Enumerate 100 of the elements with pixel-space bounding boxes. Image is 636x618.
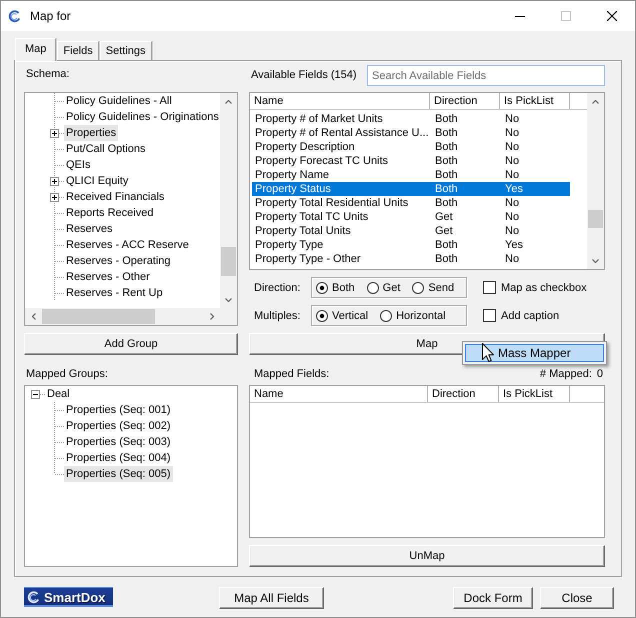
map-all-fields-button[interactable]: Map All Fields [219, 587, 324, 609]
radio-label[interactable]: Send [428, 282, 454, 294]
tree-item[interactable]: Reserves - ACC Reserve [64, 237, 191, 253]
radio-label[interactable]: Horizontal [396, 310, 446, 322]
table-cell[interactable]: Property # of Rental Assistance U... [252, 126, 430, 140]
column-header[interactable]: Is PickList [500, 93, 570, 109]
table-cell[interactable]: Property Total Residential Units [252, 196, 430, 210]
chevron-left-icon[interactable] [32, 313, 36, 320]
table-cell[interactable]: Property Type - Other [252, 252, 430, 266]
unmap-button[interactable]: UnMap [249, 545, 605, 567]
tree-item[interactable]: Properties (Seq: 003) [64, 434, 173, 450]
tree-item[interactable]: Properties (Seq: 005) [64, 466, 173, 482]
tree-item[interactable]: Policy Guidelines - All [64, 93, 174, 109]
tree-item[interactable]: Properties [64, 125, 118, 141]
table-cell[interactable]: Property Status [252, 182, 430, 196]
radio-button[interactable] [380, 310, 392, 322]
close-icon [607, 11, 617, 21]
tree-item[interactable]: Deal [45, 386, 72, 402]
plus-box-icon[interactable] [50, 128, 59, 138]
scrollbar-thumb[interactable] [42, 309, 155, 324]
table-cell[interactable]: Yes [500, 238, 570, 252]
table-cell[interactable]: No [500, 224, 570, 238]
table-cell[interactable]: Both [430, 238, 500, 252]
column-header[interactable]: Name [250, 386, 428, 402]
tree-item[interactable]: Reports Received [64, 205, 156, 221]
table-cell[interactable]: Both [430, 126, 500, 140]
tree-item[interactable]: QLICI Equity [64, 173, 130, 189]
table-cell[interactable]: Property Description [252, 140, 430, 154]
schema-label: Schema: [26, 68, 70, 80]
chevron-down-icon[interactable] [592, 258, 599, 262]
plus-box-icon[interactable] [50, 192, 59, 202]
column-header[interactable]: Name [250, 93, 430, 109]
plus-box-icon[interactable] [50, 176, 59, 186]
tree-item[interactable]: Properties (Seq: 001) [64, 402, 173, 418]
tree-item[interactable]: Policy Guidelines - Originations [64, 109, 220, 125]
chevron-up-icon[interactable] [592, 100, 599, 104]
table-cell[interactable]: No [500, 140, 570, 154]
minus-box-icon[interactable] [31, 390, 40, 398]
tab[interactable]: Map [15, 38, 56, 61]
table-cell[interactable]: No [500, 196, 570, 210]
table-cell[interactable]: Property Total Units [252, 224, 430, 238]
column-header[interactable]: Direction [430, 93, 500, 109]
scrollbar-thumb[interactable] [221, 247, 236, 276]
table-cell[interactable]: Property # of Market Units [252, 112, 430, 126]
add-group-button[interactable]: Add Group [24, 333, 238, 355]
checkbox-label[interactable]: Map as checkbox [501, 282, 587, 294]
tab[interactable]: Settings [100, 41, 152, 60]
table-cell[interactable]: No [500, 154, 570, 168]
vertical-scrollbar[interactable] [220, 93, 237, 308]
radio-button[interactable] [316, 282, 328, 294]
tab[interactable]: Fields [57, 41, 99, 60]
radio-label[interactable]: Vertical [332, 310, 368, 322]
table-cell[interactable]: Property Name [252, 168, 430, 182]
table-cell[interactable]: Property Type [252, 238, 430, 252]
table-cell[interactable]: Property Forecast TC Units [252, 154, 430, 168]
checkbox-label[interactable]: Add caption [501, 310, 560, 322]
radio-button[interactable] [366, 282, 379, 294]
table-cell[interactable]: Both [430, 154, 500, 168]
checkbox[interactable] [483, 281, 496, 294]
radio-button[interactable] [412, 282, 424, 294]
table-cell[interactable]: Both [430, 182, 500, 196]
column-header[interactable]: Direction [428, 386, 499, 402]
tree-item[interactable]: Put/Call Options [64, 141, 148, 157]
tree-item[interactable]: Properties (Seq: 002) [64, 418, 173, 434]
tree-item[interactable]: Received Financials [64, 189, 166, 205]
table-cell[interactable]: No [500, 126, 570, 140]
tree-item[interactable]: Reserves [64, 221, 114, 237]
table-cell[interactable]: Get [430, 224, 500, 238]
tree-item[interactable]: Reserves - Rent Up [64, 285, 165, 301]
radio-label[interactable]: Get [382, 282, 400, 294]
table-cell[interactable]: Both [430, 252, 500, 266]
search-field[interactable]: Search Available Fields [367, 65, 605, 86]
menu-item[interactable]: Mass Mapper [465, 344, 604, 362]
tree-item[interactable]: Reserves - Other [64, 269, 152, 285]
column-header[interactable]: Is PickList [499, 386, 570, 402]
tree-item[interactable]: QEIs [64, 157, 92, 173]
table-cell[interactable]: No [500, 112, 570, 126]
table-cell[interactable]: Property Total TC Units [252, 210, 430, 224]
chevron-down-icon[interactable] [225, 298, 232, 302]
table-cell[interactable]: Both [430, 140, 500, 154]
table-cell[interactable]: No [500, 168, 570, 182]
table-cell[interactable]: No [500, 252, 570, 266]
table-cell[interactable]: Get [430, 210, 500, 224]
close-button[interactable]: Close [540, 587, 614, 609]
scrollbar-thumb[interactable] [588, 210, 603, 228]
dock-form-button[interactable]: Dock Form [453, 587, 533, 609]
table-cell[interactable]: No [500, 210, 570, 224]
table-cell[interactable]: Both [430, 196, 500, 210]
chevron-right-icon[interactable] [210, 313, 214, 320]
vertical-scrollbar[interactable] [587, 93, 604, 269]
table-cell[interactable]: Yes [500, 182, 570, 196]
chevron-up-icon[interactable] [225, 100, 232, 104]
table-cell[interactable]: Both [430, 112, 500, 126]
radio-label[interactable]: Both [332, 282, 355, 294]
tree-item[interactable]: Properties (Seq: 004) [64, 450, 173, 466]
tree-item[interactable]: Reserves - Operating [64, 253, 173, 269]
radio-button[interactable] [316, 310, 328, 322]
horizontal-scrollbar[interactable] [25, 308, 220, 325]
checkbox[interactable] [483, 309, 496, 322]
table-cell[interactable]: Both [430, 168, 500, 182]
